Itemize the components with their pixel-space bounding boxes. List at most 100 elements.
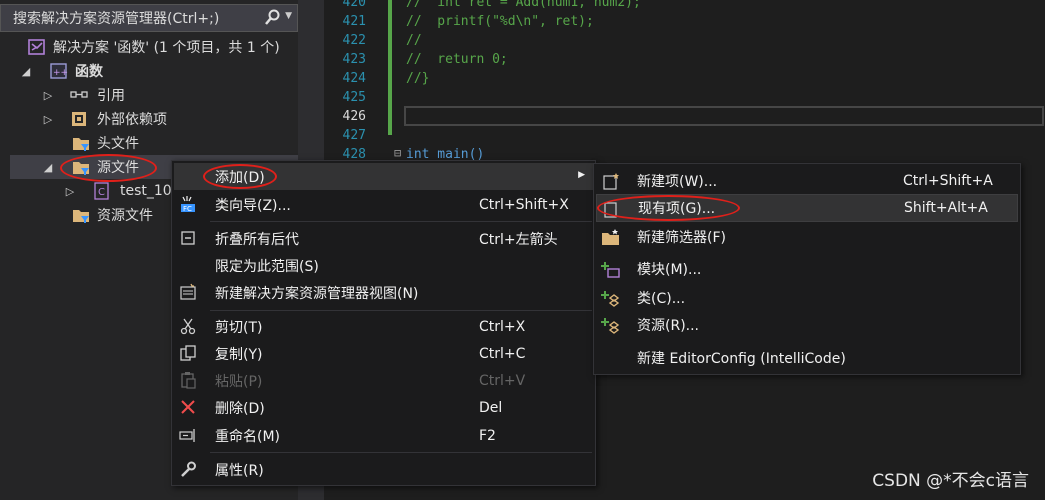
paste-icon [181,372,196,389]
references-icon [70,91,88,98]
menu-item-class-wizard[interactable]: FC 类向导(Z)... Ctrl+Shift+X [174,191,595,218]
line-number: 427 [342,128,366,143]
submenu-item-existing-item[interactable]: 现有项(G)... Shift+Alt+A [596,194,1018,222]
tree-item-project[interactable]: ◢ ++ 函数 [0,59,298,83]
menu-item-rename[interactable]: 重命名(M) F2 [174,422,595,449]
svg-text:C: C [98,187,105,198]
menu-item-label: 折叠所有后代 [215,231,299,248]
source-file-label: test_10 [120,183,172,199]
menu-item-label: 重命名(M) [215,428,281,445]
existing-item-icon [604,202,617,218]
menu-item-shortcut: Ctrl+V [479,372,526,389]
line-number: 423 [342,52,366,67]
rename-icon [179,429,195,442]
line-number: 425 [342,90,366,105]
menu-item-new-explorer-view[interactable]: 新建解决方案资源管理器视图(N) [174,279,595,306]
submenu-item-shortcut: Shift+Alt+A [904,200,988,216]
submenu-item-new-filter[interactable]: 新建筛选器(F) [596,223,1018,251]
delete-x-icon [181,400,195,414]
submenu-item-label: 现有项(G)... [638,201,716,217]
collapsed-arrow-icon[interactable]: ▷ [64,185,76,198]
svg-text:++: ++ [53,68,68,78]
menu-item-copy[interactable]: 复制(Y) Ctrl+C [174,340,595,367]
menu-item-label: 复制(Y) [215,346,263,363]
new-item-icon [603,173,619,190]
line-number-active: 426 [342,109,366,124]
menu-item-label: 添加(D) [215,169,265,186]
line-number: 424 [342,71,366,86]
tree-item-references[interactable]: ▷ 引用 [0,83,298,107]
collapse-toggle-icon[interactable]: ⊟ [394,146,401,160]
submenu-arrow-icon: ▶ [578,170,585,180]
search-icon[interactable] [265,9,281,27]
copy-icon [180,345,196,361]
menu-item-label: 限定为此范围(S) [215,258,319,275]
solution-icon [28,39,45,55]
code-line: // return 0; [406,52,508,67]
submenu-item-label: 模块(M)... [637,262,702,278]
expanded-arrow-icon[interactable]: ◢ [20,65,32,78]
collapsed-arrow-icon[interactable]: ▷ [42,113,54,126]
external-dependencies-icon [72,112,86,126]
submenu-item-module[interactable]: 模块(M)... [596,255,1018,283]
code-line: //} [406,71,430,86]
submenu-item-new-editorconfig[interactable]: 新建 EditorConfig (IntelliCode) [596,344,1018,372]
current-line-highlight [404,106,1044,126]
line-number: 422 [342,33,366,48]
project-label: 函数 [75,64,103,80]
tree-item-header-files[interactable]: 头文件 [0,131,298,155]
search-placeholder: 搜索解决方案资源管理器(Ctrl+;) [13,11,220,27]
menu-separator [210,452,592,453]
folder-icon [73,210,89,223]
resource-icon [601,318,620,334]
line-number: 421 [342,14,366,29]
menu-item-delete[interactable]: 删除(D) Del [174,394,595,421]
watermark-text: CSDN @*不会c语言 [872,471,1029,491]
submenu-item-shortcut: Ctrl+Shift+A [903,173,993,189]
menu-item-shortcut: Ctrl+X [479,318,526,335]
search-solution-explorer-input[interactable]: 搜索解决方案资源管理器(Ctrl+;) ▼ [0,4,298,32]
menu-item-label: 属性(R) [215,462,264,479]
menu-item-label: 剪切(T) [215,319,263,336]
line-number: 420 [342,0,366,10]
menu-separator [210,310,592,311]
menu-item-collapse-all[interactable]: 折叠所有后代 Ctrl+左箭头 [174,225,595,252]
folder-icon [73,162,89,175]
submenu-item-label: 新建筛选器(F) [637,230,726,246]
class-icon [601,291,620,307]
add-submenu: 新建项(W)... Ctrl+Shift+A 现有项(G)... Shift+A… [593,163,1021,375]
menu-item-label: 删除(D) [215,400,265,417]
menu-item-scope-to-this[interactable]: 限定为此范围(S) [174,252,595,279]
submenu-item-new-item[interactable]: 新建项(W)... Ctrl+Shift+A [596,167,1018,195]
tree-item-solution[interactable]: 解决方案 '函数' (1 个项目，共 1 个) [0,35,298,59]
menu-item-shortcut: Ctrl+C [479,345,526,362]
folder-icon [73,138,89,151]
new-filter-folder-icon [602,229,619,245]
menu-item-paste[interactable]: 粘贴(P) Ctrl+V [174,367,595,394]
submenu-item-class[interactable]: 类(C)... [596,284,1018,312]
resource-files-label: 资源文件 [97,208,153,224]
menu-item-label: 新建解决方案资源管理器视图(N) [215,285,419,302]
code-line: // printf("%d\n", ret); [406,14,594,29]
collapsed-arrow-icon[interactable]: ▷ [42,89,54,102]
svg-text:FC: FC [183,205,192,213]
class-wizard-icon: FC [181,196,195,213]
submenu-item-label: 新建 EditorConfig (IntelliCode) [637,351,846,367]
header-files-label: 头文件 [97,136,139,152]
module-icon [601,262,620,278]
submenu-item-resource[interactable]: 资源(R)... [596,311,1018,339]
tree-item-external-dependencies[interactable]: ▷ 外部依赖项 [0,107,298,131]
solution-label: 解决方案 '函数' (1 个项目，共 1 个) [53,40,280,56]
collapse-icon [181,231,195,245]
expanded-arrow-icon[interactable]: ◢ [42,161,54,174]
menu-item-label: 粘贴(P) [215,373,263,390]
menu-separator [210,221,592,222]
menu-item-add[interactable]: 添加(D) ▶ [174,163,595,190]
menu-item-cut[interactable]: 剪切(T) Ctrl+X [174,313,595,340]
menu-item-shortcut: Ctrl+左箭头 [479,231,558,248]
menu-item-properties[interactable]: 属性(R) [174,456,595,483]
references-label: 引用 [97,88,125,104]
submenu-item-label: 类(C)... [637,291,686,307]
search-options-chevron-icon[interactable]: ▼ [285,11,292,21]
menu-item-shortcut: F2 [479,427,496,444]
